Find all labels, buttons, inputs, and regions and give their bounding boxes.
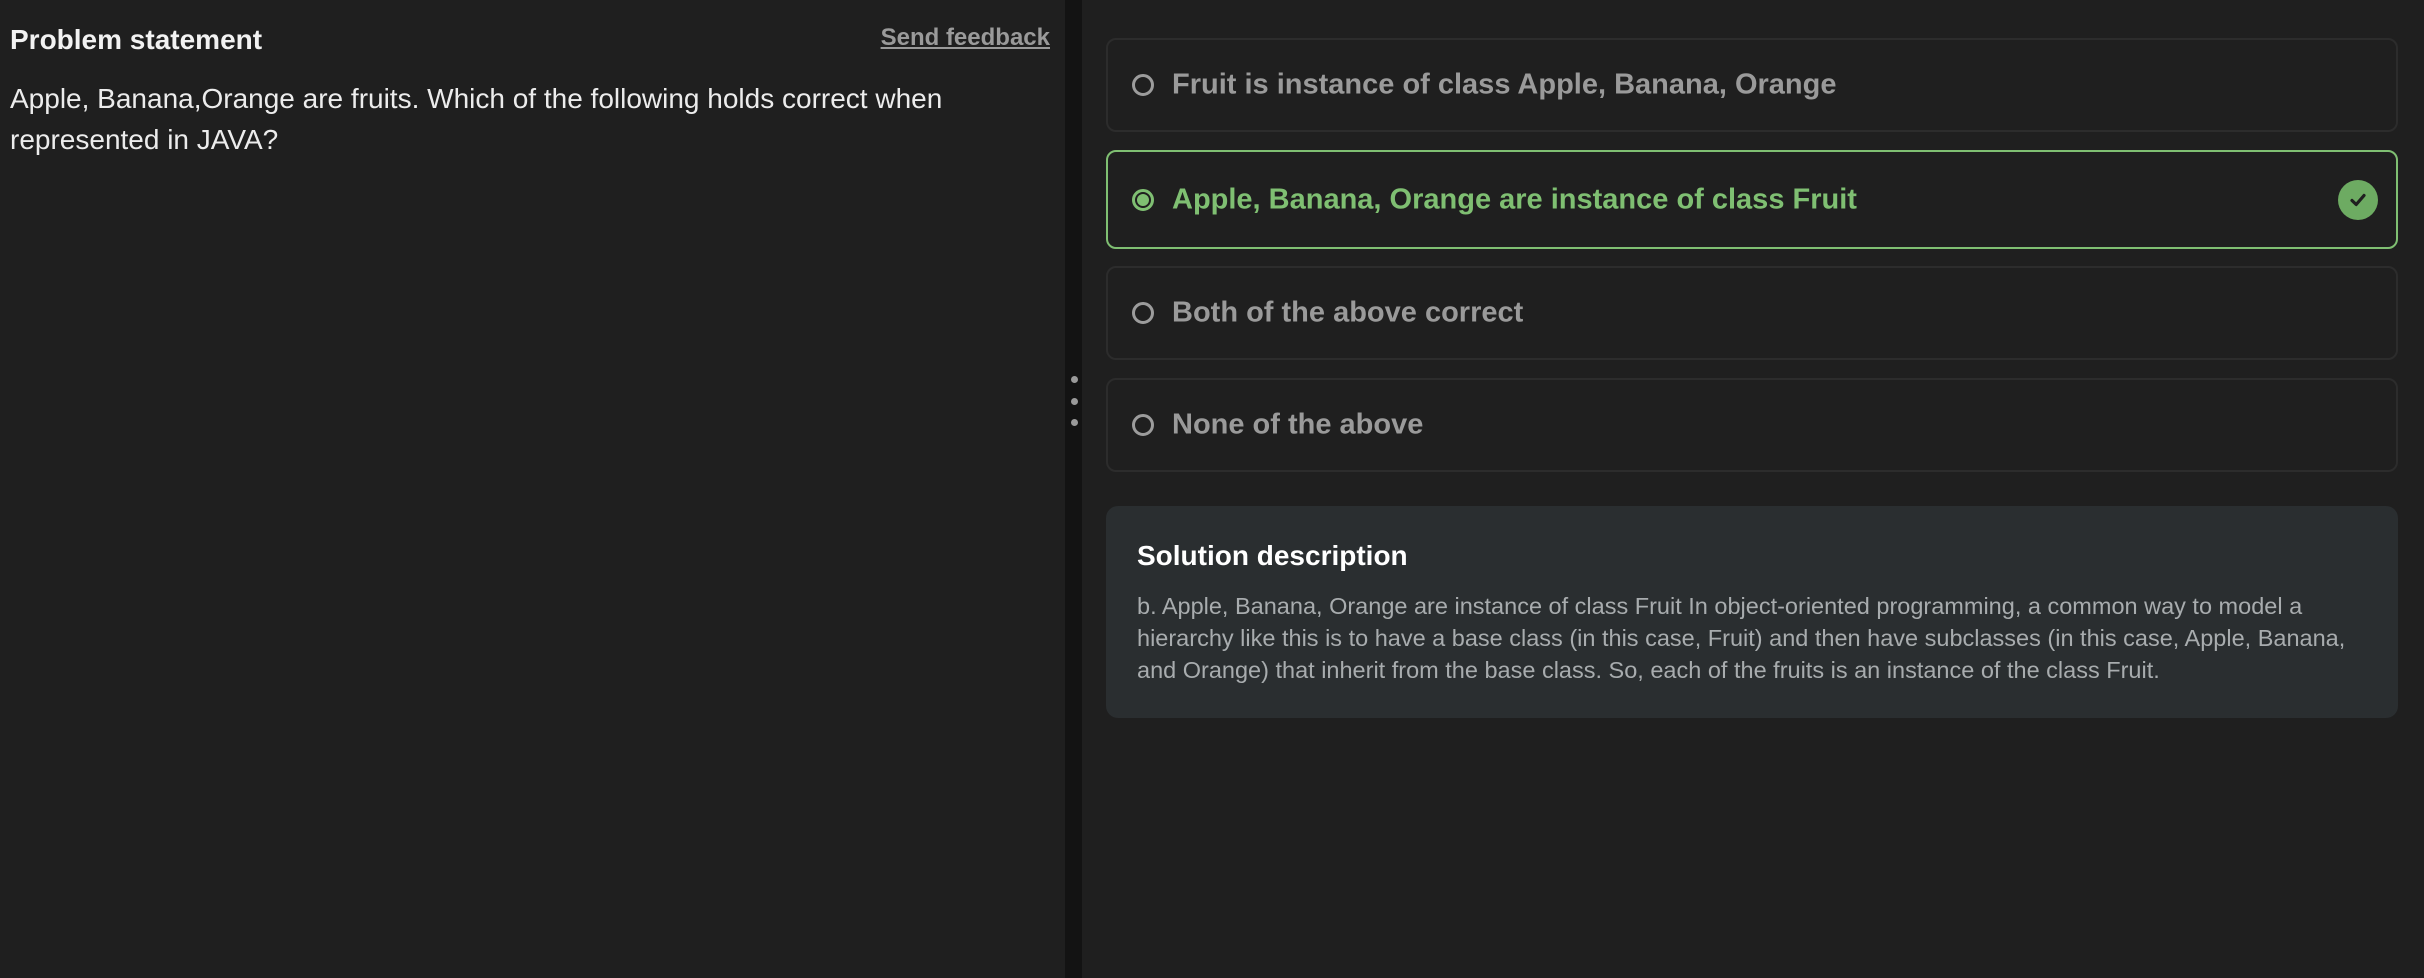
answer-pane: Fruit is instance of class Apple, Banana…	[1082, 0, 2424, 978]
send-feedback-link[interactable]: Send feedback	[881, 24, 1050, 52]
radio-selected-dot	[1137, 193, 1149, 206]
option-2[interactable]: Apple, Banana, Orange are instance of cl…	[1106, 150, 2398, 249]
radio-option-1[interactable]	[1132, 74, 1154, 96]
option-4[interactable]: None of the above	[1106, 378, 2398, 472]
radio-option-3[interactable]	[1132, 302, 1154, 324]
solution-text: b. Apple, Banana, Orange are instance of…	[1137, 593, 2346, 683]
option-label: Both of the above correct	[1172, 296, 1524, 329]
pane-splitter[interactable]	[1065, 0, 1082, 978]
check-icon	[2338, 179, 2378, 220]
option-1[interactable]: Fruit is instance of class Apple, Banana…	[1106, 38, 2398, 132]
vertical-dots-icon[interactable]	[1070, 376, 1078, 426]
problem-text: Apple, Banana,Orange are fruits. Which o…	[10, 83, 943, 155]
radio-option-2[interactable]	[1132, 188, 1154, 211]
problem-title: Problem statement	[10, 24, 263, 55]
option-label: None of the above	[1172, 408, 1424, 441]
problem-pane: Problem statement Send feedback Apple, B…	[0, 0, 1065, 978]
splitter-dot	[1070, 419, 1078, 426]
option-label: Fruit is instance of class Apple, Banana…	[1172, 68, 1837, 101]
check-icon-svg	[2350, 193, 2366, 206]
splitter-dot	[1070, 397, 1078, 405]
app-root: Problem statement Send feedback Apple, B…	[0, 0, 2424, 978]
solution-title: Solution description	[1137, 540, 1408, 571]
option-3[interactable]: Both of the above correct	[1106, 266, 2398, 360]
radio-option-4[interactable]	[1132, 414, 1154, 436]
option-label: Apple, Banana, Orange are instance of cl…	[1172, 183, 1857, 215]
splitter-dot	[1070, 376, 1078, 383]
solution-panel: Solution description b. Apple, Banana, O…	[1106, 506, 2398, 718]
